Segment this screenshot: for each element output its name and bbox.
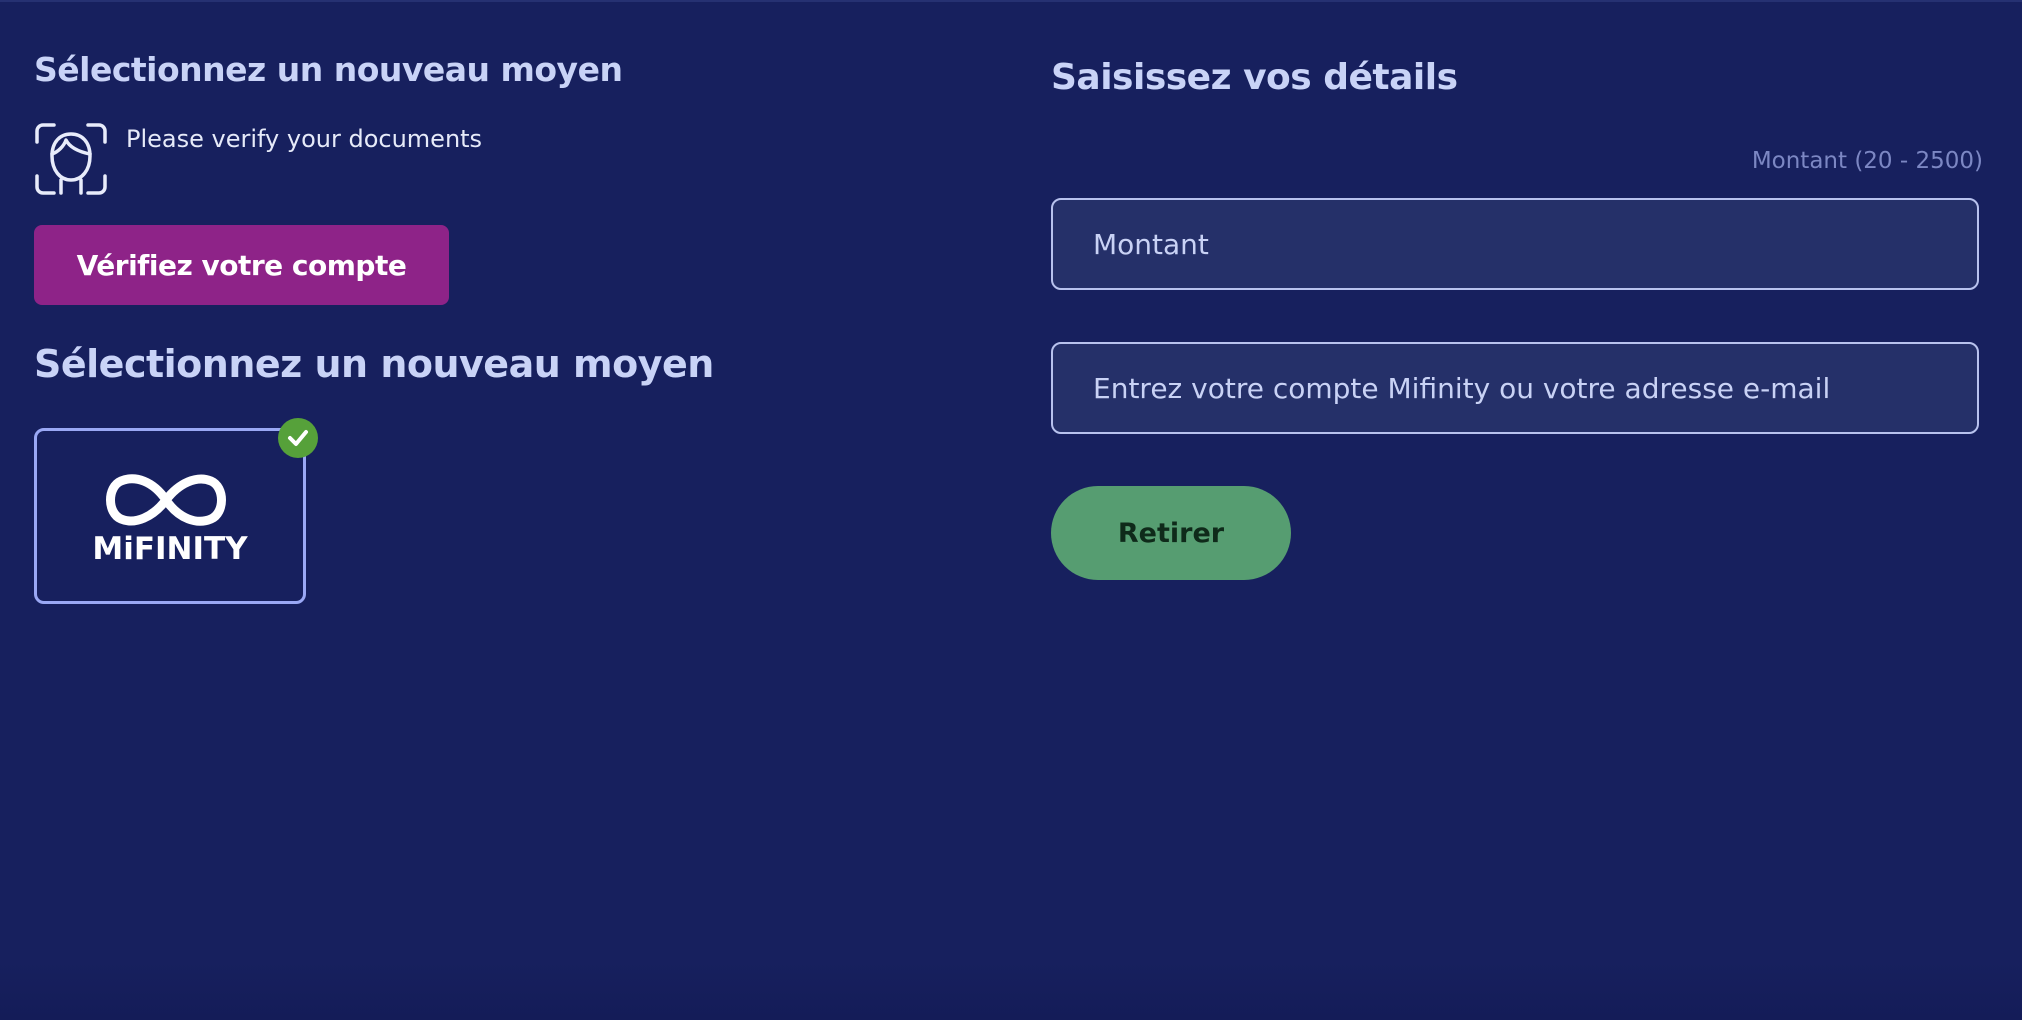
withdraw-button[interactable]: Retirer [1051,486,1291,580]
amount-range-hint: Montant (20 - 2500) [1751,148,1983,174]
method-card-mifinity[interactable]: MiFINITY [34,418,318,604]
select-method-heading-2: Sélectionnez un nouveau moyen [34,342,714,386]
details-heading: Saisissez vos détails [1051,57,1458,98]
selected-badge [278,418,318,458]
method-label: MiFINITY [92,531,248,567]
check-icon [288,430,308,446]
top-divider [0,0,2022,2]
amount-input[interactable] [1051,198,1979,290]
select-method-heading: Sélectionnez un nouveau moyen [34,50,623,89]
face-scan-icon [35,123,107,195]
verify-account-button[interactable]: Vérifiez votre compte [34,225,449,305]
bottom-shade [0,960,2022,1020]
mifinity-logo [106,474,226,526]
account-email-input[interactable] [1051,342,1979,434]
verify-documents-message: Please verify your documents [126,125,483,153]
